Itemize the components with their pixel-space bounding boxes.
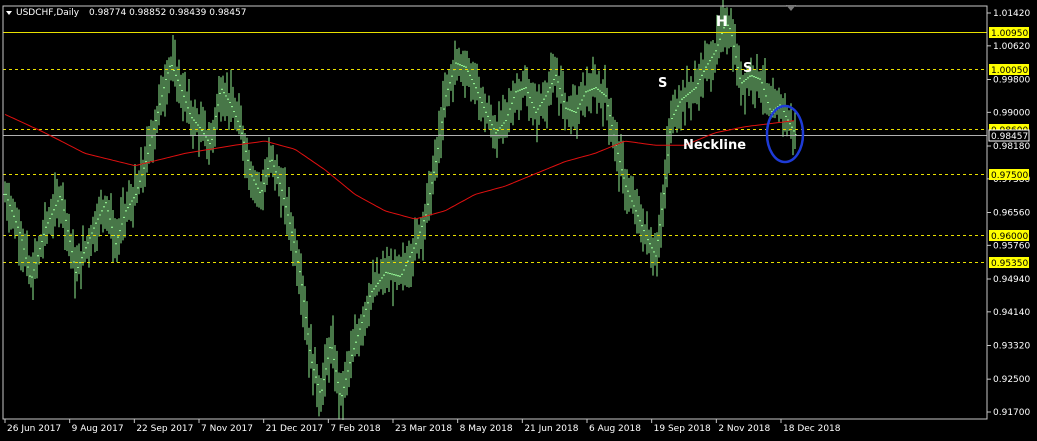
date-tick-label: 9 Aug 2017 [72,424,124,434]
price-tick-label: 0.99000 [993,108,1030,118]
forex-chart: 1.014201.006200.998000.990000.981800.973… [0,0,1037,441]
price-tick-label: 1.00620 [993,42,1030,52]
level-tag: 1.00050 [989,64,1029,76]
date-tick-label: 22 Sep 2017 [136,424,193,434]
date-tick-label: 19 Sep 2018 [654,424,711,434]
date-tick-label: 6 Aug 2018 [589,424,641,434]
level-value: 0.97500 [991,171,1028,181]
price-tick-label: 0.92500 [993,375,1030,385]
date-tick-label: 26 Jun 2017 [7,424,61,434]
level-tag: 1.00950 [989,27,1029,39]
price-tick-label: 0.96560 [993,209,1030,219]
annotation-head: H [716,14,728,30]
price-tick-label: 1.01420 [993,9,1030,19]
date-tick-label: 21 Jun 2018 [524,424,578,434]
date-tick-label: 21 Dec 2017 [266,424,324,434]
level-tag: 0.97500 [989,169,1029,181]
price-tick-label: 0.94140 [993,308,1030,318]
date-tick-label: 8 May 2018 [460,424,513,434]
annotation-neckline: Neckline [683,138,746,153]
price-tick-label: 0.99800 [993,76,1030,86]
level-value: 0.95350 [991,259,1028,269]
price-tick-label: 0.98180 [993,142,1030,152]
symbol-label: USDCHF,Daily [16,8,80,18]
price-tick-label: 0.93320 [993,342,1030,352]
date-tick-label: 7 Feb 2018 [330,424,381,434]
annotation-left-shoulder: S [658,76,667,91]
date-tick-label: 23 Mar 2018 [395,424,452,434]
level-value: 0.96000 [991,232,1028,242]
price-tick-label: 0.94940 [993,275,1030,285]
current-price-value: 0.98457 [991,132,1028,142]
chart-header: USDCHF,Daily 0.98774 0.98852 0.98439 0.9… [6,8,246,18]
annotation-right-shoulder: S [743,61,752,76]
current-price-tag: 0.98457 [988,129,1030,142]
price-tick-label: 0.95760 [993,241,1030,251]
date-tick-label: 7 Nov 2017 [201,424,253,434]
level-value: 1.00950 [991,29,1028,39]
date-tick-label: 18 Dec 2018 [783,424,841,434]
ohlc-values: 0.98774 0.98852 0.98439 0.98457 [89,8,246,18]
level-tag: 0.96000 [989,230,1029,242]
price-tick-label: 0.91700 [993,408,1030,418]
chart-background [0,0,1037,441]
level-tag: 0.95350 [989,257,1029,269]
date-tick-label: 2 Nov 2018 [718,424,770,434]
level-value: 1.00050 [991,66,1028,76]
